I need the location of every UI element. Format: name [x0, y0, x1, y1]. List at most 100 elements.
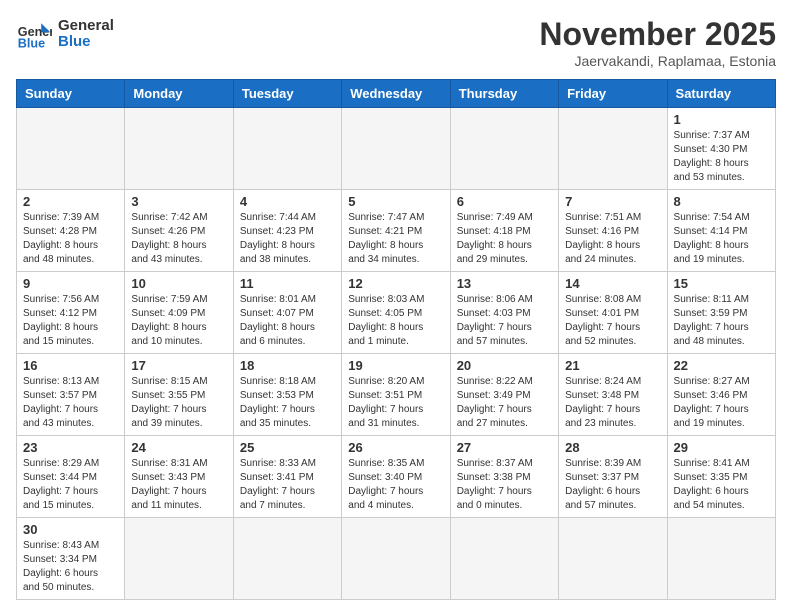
day-number: 1 [674, 112, 769, 127]
location-text: Jaervakandi, Raplamaa, Estonia [539, 53, 776, 69]
calendar-day-cell: 13 Sunrise: 8:06 AM Sunset: 4:03 PM Dayli… [450, 272, 558, 354]
calendar-day-cell: 20 Sunrise: 8:22 AM Sunset: 3:49 PM Dayli… [450, 354, 558, 436]
day-info: Sunrise: 8:06 AM Sunset: 4:03 PM Dayligh… [457, 293, 552, 349]
logo-icon: General Blue [16, 16, 52, 52]
calendar-day-cell: 14Sunrise: 8:08 AM Sunset: 4:01 PM Dayli… [559, 272, 667, 354]
logo-general-text: General [58, 18, 114, 35]
day-number: 13 [457, 276, 552, 291]
calendar-day-cell: 9 Sunrise: 7:56 AM Sunset: 4:12 PM Daylig… [17, 272, 125, 354]
day-info: Sunrise: 7:54 AM Sunset: 4:14 PM Dayligh… [674, 211, 769, 267]
calendar-day-cell: 21Sunrise: 8:24 AM Sunset: 3:48 PM Dayli… [559, 354, 667, 436]
day-number: 24 [131, 440, 226, 455]
day-number: 11 [240, 276, 335, 291]
day-number: 17 [131, 358, 226, 373]
calendar-day-cell: 28Sunrise: 8:39 AM Sunset: 3:37 PM Dayli… [559, 436, 667, 518]
day-number: 8 [674, 194, 769, 209]
calendar-day-cell: 7 Sunrise: 7:51 AM Sunset: 4:16 PM Daylig… [559, 190, 667, 272]
day-number: 5 [348, 194, 443, 209]
day-number: 20 [457, 358, 552, 373]
day-info: Sunrise: 8:37 AM Sunset: 3:38 PM Dayligh… [457, 457, 552, 513]
calendar-week-row: 1Sunrise: 7:37 AM Sunset: 4:30 PM Daylig… [17, 108, 776, 190]
day-number: 2 [23, 194, 118, 209]
calendar-day-cell: 27 Sunrise: 8:37 AM Sunset: 3:38 PM Dayli… [450, 436, 558, 518]
calendar-day-cell [450, 518, 558, 600]
day-info: Sunrise: 8:22 AM Sunset: 3:49 PM Dayligh… [457, 375, 552, 431]
calendar-day-cell: 15Sunrise: 8:11 AM Sunset: 3:59 PM Dayli… [667, 272, 775, 354]
day-info: Sunrise: 8:18 AM Sunset: 3:53 PM Dayligh… [240, 375, 335, 431]
svg-text:Blue: Blue [18, 37, 45, 51]
day-number: 29 [674, 440, 769, 455]
day-info: Sunrise: 7:47 AM Sunset: 4:21 PM Dayligh… [348, 211, 443, 267]
day-info: Sunrise: 7:39 AM Sunset: 4:28 PM Dayligh… [23, 211, 118, 267]
calendar-day-cell: 25Sunrise: 8:33 AM Sunset: 3:41 PM Dayli… [233, 436, 341, 518]
calendar-day-cell: 24 Sunrise: 8:31 AM Sunset: 3:43 PM Dayli… [125, 436, 233, 518]
day-number: 23 [23, 440, 118, 455]
calendar-day-cell: 12Sunrise: 8:03 AM Sunset: 4:05 PM Dayli… [342, 272, 450, 354]
logo-blue-text: Blue [58, 34, 114, 51]
title-block: November 2025 Jaervakandi, Raplamaa, Est… [539, 16, 776, 69]
day-number: 14 [565, 276, 660, 291]
column-header-saturday: Saturday [667, 80, 775, 108]
column-header-friday: Friday [559, 80, 667, 108]
calendar-day-cell: 5 Sunrise: 7:47 AM Sunset: 4:21 PM Daylig… [342, 190, 450, 272]
day-number: 28 [565, 440, 660, 455]
day-number: 26 [348, 440, 443, 455]
day-info: Sunrise: 8:33 AM Sunset: 3:41 PM Dayligh… [240, 457, 335, 513]
page-header: General Blue General Blue November 2025 … [16, 16, 776, 69]
day-info: Sunrise: 7:59 AM Sunset: 4:09 PM Dayligh… [131, 293, 226, 349]
calendar-day-cell [233, 108, 341, 190]
day-number: 19 [348, 358, 443, 373]
column-header-sunday: Sunday [17, 80, 125, 108]
calendar-day-cell: 11Sunrise: 8:01 AM Sunset: 4:07 PM Dayli… [233, 272, 341, 354]
calendar-day-cell: 17 Sunrise: 8:15 AM Sunset: 3:55 PM Dayli… [125, 354, 233, 436]
day-info: Sunrise: 8:20 AM Sunset: 3:51 PM Dayligh… [348, 375, 443, 431]
calendar-day-cell: 19 Sunrise: 8:20 AM Sunset: 3:51 PM Dayli… [342, 354, 450, 436]
day-number: 7 [565, 194, 660, 209]
calendar-day-cell: 30Sunrise: 8:43 AM Sunset: 3:34 PM Dayli… [17, 518, 125, 600]
day-info: Sunrise: 8:03 AM Sunset: 4:05 PM Dayligh… [348, 293, 443, 349]
calendar-day-cell [450, 108, 558, 190]
day-info: Sunrise: 8:24 AM Sunset: 3:48 PM Dayligh… [565, 375, 660, 431]
day-number: 4 [240, 194, 335, 209]
calendar-day-cell: 2 Sunrise: 7:39 AM Sunset: 4:28 PM Daylig… [17, 190, 125, 272]
calendar-day-cell: 1Sunrise: 7:37 AM Sunset: 4:30 PM Daylig… [667, 108, 775, 190]
day-info: Sunrise: 8:43 AM Sunset: 3:34 PM Dayligh… [23, 539, 118, 595]
day-number: 9 [23, 276, 118, 291]
calendar-day-cell [342, 108, 450, 190]
calendar-day-cell: 18 Sunrise: 8:18 AM Sunset: 3:53 PM Dayli… [233, 354, 341, 436]
calendar-day-cell: 26Sunrise: 8:35 AM Sunset: 3:40 PM Dayli… [342, 436, 450, 518]
column-header-wednesday: Wednesday [342, 80, 450, 108]
day-info: Sunrise: 7:49 AM Sunset: 4:18 PM Dayligh… [457, 211, 552, 267]
day-number: 6 [457, 194, 552, 209]
calendar-day-cell: 8 Sunrise: 7:54 AM Sunset: 4:14 PM Daylig… [667, 190, 775, 272]
calendar-day-cell [559, 518, 667, 600]
column-header-monday: Monday [125, 80, 233, 108]
calendar-day-cell [125, 108, 233, 190]
calendar-day-cell: 10 Sunrise: 7:59 AM Sunset: 4:09 PM Dayli… [125, 272, 233, 354]
day-info: Sunrise: 7:51 AM Sunset: 4:16 PM Dayligh… [565, 211, 660, 267]
calendar-day-cell: 16Sunrise: 8:13 AM Sunset: 3:57 PM Dayli… [17, 354, 125, 436]
calendar-week-row: 23Sunrise: 8:29 AM Sunset: 3:44 PM Dayli… [17, 436, 776, 518]
month-title: November 2025 [539, 16, 776, 53]
day-info: Sunrise: 8:27 AM Sunset: 3:46 PM Dayligh… [674, 375, 769, 431]
calendar-week-row: 2 Sunrise: 7:39 AM Sunset: 4:28 PM Daylig… [17, 190, 776, 272]
calendar-day-cell: 23Sunrise: 8:29 AM Sunset: 3:44 PM Dayli… [17, 436, 125, 518]
column-header-thursday: Thursday [450, 80, 558, 108]
calendar-day-cell: 6 Sunrise: 7:49 AM Sunset: 4:18 PM Daylig… [450, 190, 558, 272]
calendar-header-row: SundayMondayTuesdayWednesdayThursdayFrid… [17, 80, 776, 108]
day-number: 18 [240, 358, 335, 373]
day-number: 16 [23, 358, 118, 373]
calendar-week-row: 30Sunrise: 8:43 AM Sunset: 3:34 PM Dayli… [17, 518, 776, 600]
day-number: 10 [131, 276, 226, 291]
day-info: Sunrise: 7:56 AM Sunset: 4:12 PM Dayligh… [23, 293, 118, 349]
day-info: Sunrise: 8:31 AM Sunset: 3:43 PM Dayligh… [131, 457, 226, 513]
day-info: Sunrise: 7:42 AM Sunset: 4:26 PM Dayligh… [131, 211, 226, 267]
calendar-day-cell [17, 108, 125, 190]
calendar-week-row: 9 Sunrise: 7:56 AM Sunset: 4:12 PM Daylig… [17, 272, 776, 354]
calendar-day-cell: 29Sunrise: 8:41 AM Sunset: 3:35 PM Dayli… [667, 436, 775, 518]
calendar-day-cell [667, 518, 775, 600]
day-info: Sunrise: 8:15 AM Sunset: 3:55 PM Dayligh… [131, 375, 226, 431]
day-number: 27 [457, 440, 552, 455]
day-number: 22 [674, 358, 769, 373]
calendar-day-cell: 22 Sunrise: 8:27 AM Sunset: 3:46 PM Dayli… [667, 354, 775, 436]
